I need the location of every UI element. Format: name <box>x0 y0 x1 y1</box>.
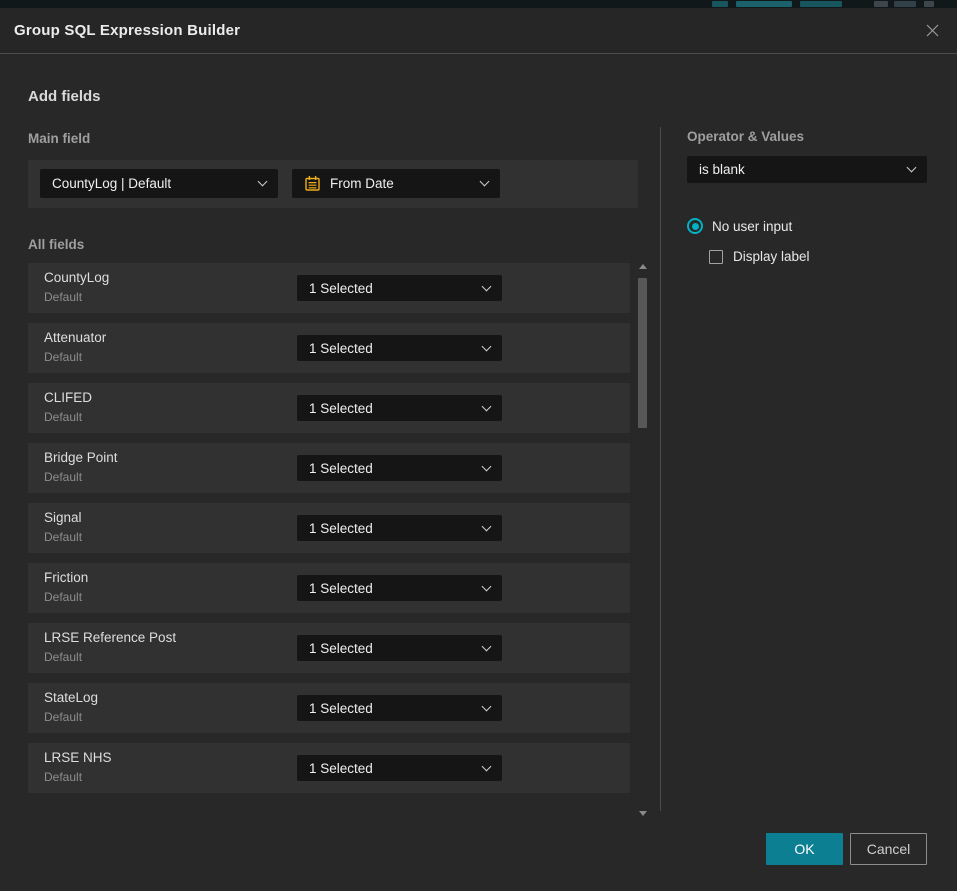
main-field-source-value: CountyLog | Default <box>52 176 251 191</box>
main-field-field-value: From Date <box>330 176 473 191</box>
field-selection-dropdown[interactable]: 1 Selected <box>297 395 502 421</box>
scroll-up-icon[interactable] <box>639 264 647 269</box>
dialog-titlebar: Group SQL Expression Builder <box>0 8 957 54</box>
chevron-down-icon <box>482 401 492 411</box>
field-selection-dropdown[interactable]: 1 Selected <box>297 275 502 301</box>
field-selection-dropdown[interactable]: 1 Selected <box>297 755 502 781</box>
field-subtitle: Default <box>44 770 82 784</box>
field-name: Bridge Point <box>44 450 118 465</box>
field-selection-dropdown[interactable]: 1 Selected <box>297 515 502 541</box>
field-selection-value: 1 Selected <box>309 701 475 716</box>
background-app-strip <box>0 0 957 8</box>
field-name: CLIFED <box>44 390 92 405</box>
display-label-checkbox[interactable]: Display label <box>709 249 810 264</box>
field-row-friction: Friction Default 1 Selected <box>28 563 630 613</box>
chevron-down-icon <box>482 341 492 351</box>
field-name: CountyLog <box>44 270 109 285</box>
screen: Group SQL Expression Builder Add fields … <box>0 0 957 891</box>
calendar-date-icon <box>304 175 321 192</box>
field-selection-value: 1 Selected <box>309 281 475 296</box>
group-sql-expression-builder-dialog: Group SQL Expression Builder Add fields … <box>0 8 957 891</box>
field-subtitle: Default <box>44 590 82 604</box>
chevron-down-icon <box>480 177 490 187</box>
chevron-down-icon <box>482 761 492 771</box>
dialog-title: Group SQL Expression Builder <box>14 22 240 39</box>
chevron-down-icon <box>482 641 492 651</box>
no-user-input-radio[interactable]: No user input <box>687 218 792 234</box>
field-row-clifed: CLIFED Default 1 Selected <box>28 383 630 433</box>
fields-list-scrollbar[interactable] <box>637 258 650 820</box>
all-fields-list: CountyLog Default 1 Selected Attenuator … <box>28 263 630 803</box>
background-fragment <box>800 1 842 7</box>
background-fragment <box>712 1 728 7</box>
field-subtitle: Default <box>44 290 82 304</box>
field-name: LRSE NHS <box>44 750 112 765</box>
field-row-countylog: CountyLog Default 1 Selected <box>28 263 630 313</box>
field-selection-dropdown[interactable]: 1 Selected <box>297 335 502 361</box>
field-selection-value: 1 Selected <box>309 401 475 416</box>
add-fields-heading: Add fields <box>28 88 101 105</box>
field-selection-value: 1 Selected <box>309 521 475 536</box>
operator-dropdown[interactable]: is blank <box>687 156 927 183</box>
field-name: LRSE Reference Post <box>44 630 176 645</box>
field-selection-dropdown[interactable]: 1 Selected <box>297 695 502 721</box>
chevron-down-icon <box>482 521 492 531</box>
field-selection-dropdown[interactable]: 1 Selected <box>297 575 502 601</box>
main-field-field-dropdown[interactable]: From Date <box>292 169 500 198</box>
checkbox-unchecked-icon <box>709 250 723 264</box>
chevron-down-icon <box>258 177 268 187</box>
field-selection-value: 1 Selected <box>309 641 475 656</box>
field-name: Friction <box>44 570 88 585</box>
field-subtitle: Default <box>44 530 82 544</box>
field-row-lrse-reference-post: LRSE Reference Post Default 1 Selected <box>28 623 630 673</box>
cancel-button[interactable]: Cancel <box>850 833 927 865</box>
panel-divider <box>660 127 661 811</box>
field-subtitle: Default <box>44 650 82 664</box>
background-fragment <box>894 1 916 7</box>
background-fragment <box>736 1 792 7</box>
main-field-panel: CountyLog | Default From Date <box>28 160 638 208</box>
close-button[interactable] <box>921 20 943 42</box>
field-name: Attenuator <box>44 330 106 345</box>
scrollbar-thumb[interactable] <box>638 278 647 428</box>
chevron-down-icon <box>482 701 492 711</box>
field-row-attenuator: Attenuator Default 1 Selected <box>28 323 630 373</box>
background-fragment <box>924 1 934 7</box>
field-selection-value: 1 Selected <box>309 341 475 356</box>
background-fragment <box>874 1 888 7</box>
all-fields-label: All fields <box>28 237 84 252</box>
field-subtitle: Default <box>44 470 82 484</box>
chevron-down-icon <box>907 163 917 173</box>
no-user-input-label: No user input <box>712 219 792 234</box>
ok-button[interactable]: OK <box>766 833 843 865</box>
scroll-down-icon[interactable] <box>639 811 647 816</box>
main-field-source-dropdown[interactable]: CountyLog | Default <box>40 169 278 198</box>
main-field-label: Main field <box>28 131 90 146</box>
field-selection-value: 1 Selected <box>309 761 475 776</box>
chevron-down-icon <box>482 581 492 591</box>
operator-value: is blank <box>699 162 900 177</box>
field-selection-dropdown[interactable]: 1 Selected <box>297 635 502 661</box>
field-selection-value: 1 Selected <box>309 461 475 476</box>
field-selection-value: 1 Selected <box>309 581 475 596</box>
field-subtitle: Default <box>44 350 82 364</box>
chevron-down-icon <box>482 281 492 291</box>
field-selection-dropdown[interactable]: 1 Selected <box>297 455 502 481</box>
operator-values-label: Operator & Values <box>687 129 804 144</box>
field-row-signal: Signal Default 1 Selected <box>28 503 630 553</box>
field-subtitle: Default <box>44 410 82 424</box>
field-name: StateLog <box>44 690 98 705</box>
field-row-bridge-point: Bridge Point Default 1 Selected <box>28 443 630 493</box>
radio-selected-icon <box>687 218 703 234</box>
field-subtitle: Default <box>44 710 82 724</box>
field-row-lrse-nhs: LRSE NHS Default 1 Selected <box>28 743 630 793</box>
chevron-down-icon <box>482 461 492 471</box>
display-label-text: Display label <box>733 249 810 264</box>
field-row-statelog: StateLog Default 1 Selected <box>28 683 630 733</box>
close-icon <box>925 23 940 38</box>
field-name: Signal <box>44 510 82 525</box>
